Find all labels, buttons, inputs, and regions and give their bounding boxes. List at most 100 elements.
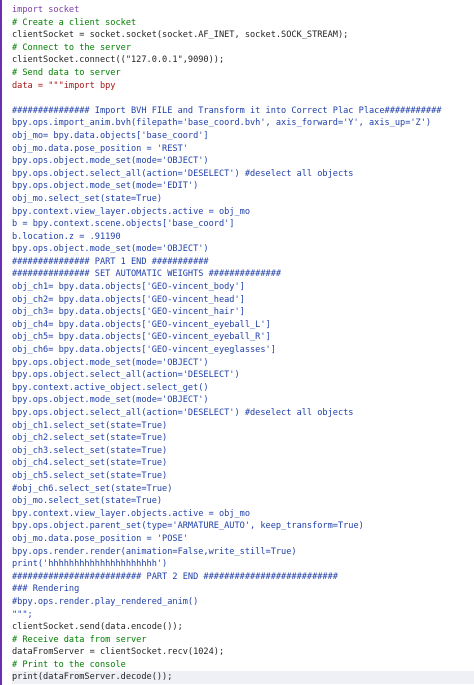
code-line-text: bpy.context.view_layer.objects.active = … xyxy=(12,508,250,519)
code-line[interactable]: import socket xyxy=(12,4,474,17)
code-line[interactable]: bpy.ops.object.select_all(action='DESELE… xyxy=(12,168,474,181)
code-line[interactable]: obj_ch3.select_set(state=True) xyxy=(12,445,474,458)
code-line-text: obj_ch5= bpy.data.objects['GEO-vincent_e… xyxy=(12,332,271,343)
code-line-text: bpy.context.active_object.select_get() xyxy=(12,382,209,393)
code-line[interactable]: #bpy.ops.render.play_rendered_anim() xyxy=(12,596,474,609)
code-line-text: ############### PART 1 END ########### xyxy=(12,256,209,267)
code-line[interactable]: obj_mo.data.pose_position = 'REST' xyxy=(12,143,474,156)
code-line[interactable]: bpy.ops.object.parent_set(type='ARMATURE… xyxy=(12,520,474,533)
code-line[interactable]: b = bpy.context.scene.objects['base_coor… xyxy=(12,218,474,231)
code-line-text: bpy.ops.object.mode_set(mode='OBJECT') xyxy=(12,395,209,406)
code-line[interactable]: """; xyxy=(12,609,474,622)
code-editor[interactable]: import socket # Create a client socket cli… xyxy=(0,0,474,685)
code-line-text: bpy.context.view_layer.objects.active = … xyxy=(12,206,250,217)
code-line-text: obj_ch3= bpy.data.objects['GEO-vincent_h… xyxy=(12,307,245,318)
code-line-text: print(dataFromServer.decode()); xyxy=(12,672,173,683)
code-line[interactable]: obj_ch2.select_set(state=True) xyxy=(12,432,474,445)
code-line-text: obj_mo.select_set(state=True) xyxy=(12,193,163,204)
code-line[interactable]: obj_ch1= bpy.data.objects['GEO-vincent_b… xyxy=(12,281,474,294)
code-line-text: import socket xyxy=(12,5,80,15)
code-line[interactable]: clientSocket.connect(("127.0.0.1",9090))… xyxy=(12,54,474,67)
code-line-text: bpy.ops.object.select_all(action='DESELE… xyxy=(12,408,354,418)
code-line-text: obj_mo.data.pose_position = 'POSE' xyxy=(12,533,188,544)
code-line[interactable]: obj_mo.select_set(state=True) xyxy=(12,495,474,508)
code-line[interactable]: # Create a client socket xyxy=(12,17,474,30)
editor-left-border xyxy=(0,0,2,685)
code-line[interactable]: clientSocket.send(data.encode()); xyxy=(12,621,474,634)
code-line[interactable]: ############### PART 1 END ########### xyxy=(12,256,474,269)
code-line-text: b.location.z = .91190 xyxy=(12,231,121,242)
code-line[interactable]: print(dataFromServer.decode()); xyxy=(12,671,474,685)
code-line-text: ############### SET AUTOMATIC WEIGHTS ##… xyxy=(12,269,282,280)
code-line-text: data = """import bpy xyxy=(12,80,116,91)
code-line[interactable]: clientSocket = socket.socket(socket.AF_I… xyxy=(12,29,474,42)
code-line-text: obj_ch2.select_set(state=True) xyxy=(12,433,168,444)
code-line[interactable]: bpy.ops.import_anim.bvh(filepath='base_c… xyxy=(12,117,474,130)
code-line[interactable]: obj_ch5= bpy.data.objects['GEO-vincent_e… xyxy=(12,331,474,344)
code-line[interactable]: # Connect to the server xyxy=(12,42,474,55)
code-line-text: bpy.ops.object.mode_set(mode='OBJECT') xyxy=(12,156,209,167)
code-line[interactable]: bpy.ops.object.mode_set(mode='OBJECT') xyxy=(12,243,474,256)
code-line[interactable]: # Print to the console xyxy=(12,659,474,672)
code-line-text: obj_ch4= bpy.data.objects['GEO-vincent_e… xyxy=(12,319,271,330)
code-line[interactable]: ### Rendering xyxy=(12,583,474,596)
code-line[interactable] xyxy=(12,92,474,105)
code-line-text: """; xyxy=(12,609,33,620)
code-line-text: ### Rendering xyxy=(12,584,80,595)
code-line-text: bpy.ops.object.select_all(action='DESELE… xyxy=(12,168,354,179)
code-line[interactable]: ############### Import BVH FILE and Tran… xyxy=(12,105,474,118)
code-line[interactable]: obj_ch4.select_set(state=True) xyxy=(12,457,474,470)
code-line[interactable]: obj_ch4= bpy.data.objects['GEO-vincent_e… xyxy=(12,319,474,332)
code-line-text: obj_mo= bpy.data.objects['base_coord'] xyxy=(12,130,209,141)
code-line-text: obj_ch5.select_set(state=True) xyxy=(12,470,168,481)
code-line[interactable]: bpy.ops.object.mode_set(mode='EDIT') xyxy=(12,180,474,193)
code-line-text: obj_ch3.select_set(state=True) xyxy=(12,445,168,456)
code-line-text: print('hhhhhhhhhhhhhhhhhhhhh') xyxy=(12,559,168,570)
code-line[interactable]: obj_mo.data.pose_position = 'POSE' xyxy=(12,533,474,546)
code-line-text: obj_ch6= bpy.data.objects['GEO-vincent_e… xyxy=(12,345,276,356)
code-line-text: bpy.ops.object.select_all(action='DESELE… xyxy=(12,370,240,381)
code-line[interactable]: bpy.ops.object.mode_set(mode='OBJECT') xyxy=(12,155,474,168)
code-line-text: obj_ch2= bpy.data.objects['GEO-vincent_h… xyxy=(12,294,245,305)
code-line[interactable]: ######################### PART 2 END ###… xyxy=(12,571,474,584)
code-line[interactable]: dataFromServer = clientSocket.recv(1024)… xyxy=(12,646,474,659)
code-line[interactable]: bpy.ops.object.mode_set(mode='OBJECT') xyxy=(12,394,474,407)
code-line-text: bpy.ops.object.mode_set(mode='OBJECT') xyxy=(12,244,209,255)
code-line[interactable]: bpy.ops.render.render(animation=False,wr… xyxy=(12,546,474,559)
code-line[interactable]: # Send data to server xyxy=(12,67,474,80)
code-line-text: bpy.ops.import_anim.bvh(filepath='base_c… xyxy=(12,118,432,129)
code-line-text: bpy.ops.object.mode_set(mode='EDIT') xyxy=(12,181,199,192)
code-line[interactable]: data = """import bpy xyxy=(12,80,474,93)
code-line-text: ######################### PART 2 END ###… xyxy=(12,571,338,582)
code-line[interactable]: print('hhhhhhhhhhhhhhhhhhhhh') xyxy=(12,558,474,571)
code-line-text: b = bpy.context.scene.objects['base_coor… xyxy=(12,219,235,230)
code-line-text: obj_ch1.select_set(state=True) xyxy=(12,420,168,431)
code-line-text: obj_mo.data.pose_position = 'REST' xyxy=(12,143,188,154)
code-line[interactable]: #obj_ch6.select_set(state=True) xyxy=(12,483,474,496)
code-lines: import socket # Create a client socket cli… xyxy=(12,4,474,685)
code-line-text: bpy.ops.object.mode_set(mode='OBJECT') xyxy=(12,357,209,368)
code-line-text: obj_ch1= bpy.data.objects['GEO-vincent_b… xyxy=(12,282,245,293)
code-line[interactable]: obj_ch1.select_set(state=True) xyxy=(12,420,474,433)
code-line-text: obj_mo.select_set(state=True) xyxy=(12,496,163,507)
code-line[interactable]: bpy.ops.object.select_all(action='DESELE… xyxy=(12,369,474,382)
code-line-text: ############### Import BVH FILE and Tran… xyxy=(12,105,442,116)
code-line[interactable]: obj_mo= bpy.data.objects['base_coord'] xyxy=(12,130,474,143)
code-line[interactable]: bpy.ops.object.select_all(action='DESELE… xyxy=(12,407,474,420)
code-line[interactable]: bpy.context.view_layer.objects.active = … xyxy=(12,206,474,219)
code-line[interactable]: ############### SET AUTOMATIC WEIGHTS ##… xyxy=(12,268,474,281)
code-line-text: dataFromServer = clientSocket.recv(1024)… xyxy=(12,647,225,658)
code-line[interactable]: obj_ch2= bpy.data.objects['GEO-vincent_h… xyxy=(12,294,474,307)
code-line[interactable]: bpy.context.view_layer.objects.active = … xyxy=(12,508,474,521)
code-line[interactable]: obj_ch3= bpy.data.objects['GEO-vincent_h… xyxy=(12,306,474,319)
code-line-text: # Print to the console xyxy=(12,659,126,670)
code-line[interactable]: obj_mo.select_set(state=True) xyxy=(12,193,474,206)
code-line-text: bpy.ops.render.render(animation=False,wr… xyxy=(12,546,297,557)
code-line[interactable]: # Receive data from server xyxy=(12,634,474,647)
code-line-text: #obj_ch6.select_set(state=True) xyxy=(12,483,173,494)
code-line[interactable]: bpy.context.active_object.select_get() xyxy=(12,382,474,395)
code-line[interactable]: bpy.ops.object.mode_set(mode='OBJECT') xyxy=(12,357,474,370)
code-line[interactable]: obj_ch6= bpy.data.objects['GEO-vincent_e… xyxy=(12,344,474,357)
code-line[interactable]: obj_ch5.select_set(state=True) xyxy=(12,470,474,483)
code-line[interactable]: b.location.z = .91190 xyxy=(12,231,474,244)
